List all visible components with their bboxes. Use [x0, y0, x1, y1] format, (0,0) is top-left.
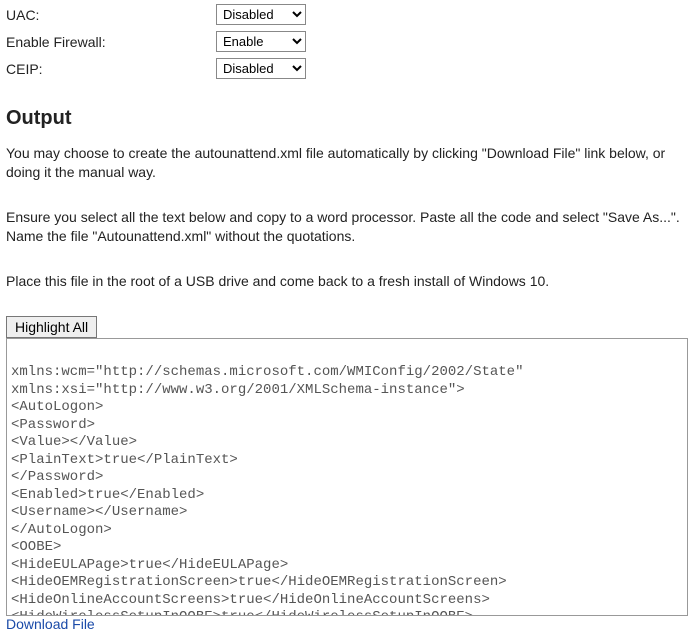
output-heading: Output [6, 107, 694, 130]
output-para-1: You may choose to create the autounatten… [6, 144, 694, 182]
form-row-uac: UAC: DisabledEnable [6, 4, 694, 25]
firewall-select[interactable]: EnableDisabled [216, 31, 306, 52]
form-row-firewall: Enable Firewall: EnableDisabled [6, 31, 694, 52]
ceip-select[interactable]: DisabledEnable [216, 58, 306, 79]
ceip-label: CEIP: [6, 61, 216, 77]
uac-select[interactable]: DisabledEnable [216, 4, 306, 25]
output-para-2: Ensure you select all the text below and… [6, 208, 694, 246]
highlight-all-button[interactable]: Highlight All [6, 316, 97, 338]
form-row-ceip: CEIP: DisabledEnable [6, 58, 694, 79]
output-para-3: Place this file in the root of a USB dri… [6, 272, 694, 291]
download-file-link[interactable]: Download File [6, 616, 95, 632]
firewall-label: Enable Firewall: [6, 34, 216, 50]
uac-label: UAC: [6, 7, 216, 23]
xml-output-box[interactable]: xmlns:wcm="http://schemas.microsoft.com/… [6, 338, 688, 616]
xml-output-text[interactable]: xmlns:wcm="http://schemas.microsoft.com/… [11, 338, 683, 616]
